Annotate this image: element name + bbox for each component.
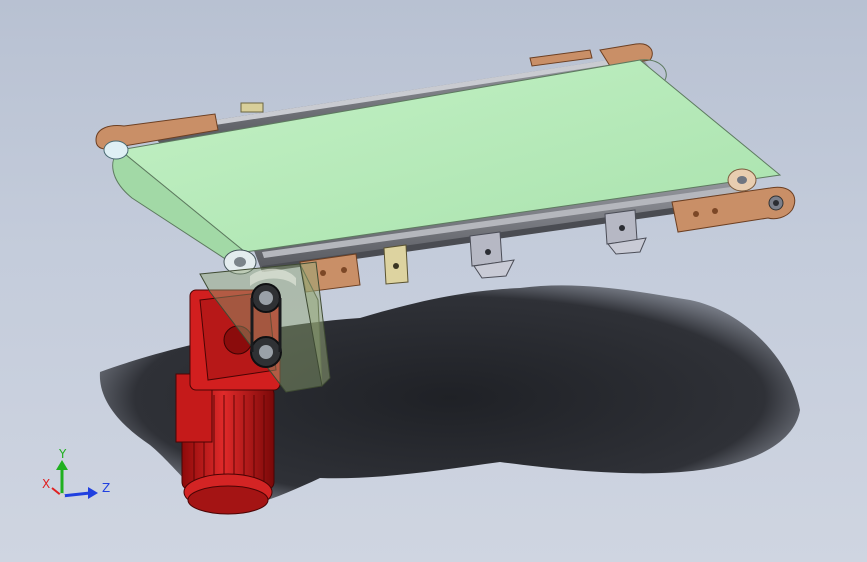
- rear-clamp[interactable]: [240, 102, 264, 113]
- y-axis-arrowhead: [56, 460, 68, 470]
- z-axis-label: Z: [102, 481, 110, 495]
- orientation-triad[interactable]: Y Z X: [42, 447, 110, 499]
- sprocket-lower[interactable]: [250, 336, 282, 368]
- cad-scene[interactable]: Y Z X: [0, 0, 867, 562]
- y-axis-label: Y: [58, 447, 67, 461]
- z-axis-arrowhead: [88, 487, 98, 499]
- triad-origin: [59, 493, 65, 499]
- sprocket-upper[interactable]: [251, 283, 281, 313]
- graphics-viewport[interactable]: Y Z X: [0, 0, 867, 562]
- z-axis-arrow: [61, 491, 91, 498]
- support-foot-1[interactable]: [469, 231, 515, 279]
- end-pulley-left[interactable]: [103, 140, 129, 160]
- x-axis-label: X: [42, 477, 50, 491]
- end-pulley-right[interactable]: [727, 168, 757, 192]
- clamp-front[interactable]: [383, 244, 409, 285]
